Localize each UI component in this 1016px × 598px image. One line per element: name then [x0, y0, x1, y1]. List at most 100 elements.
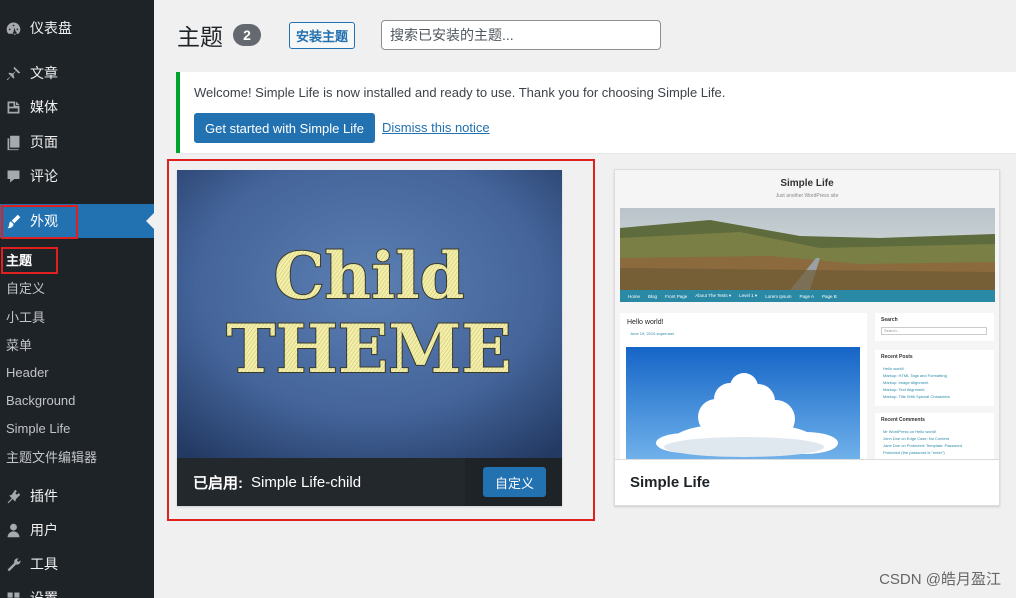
preview-recent-post: Markup: HTML Tags and Formatting — [883, 373, 947, 378]
submenu-themes[interactable]: 主题 — [0, 245, 154, 273]
submenu-label: Simple Life — [6, 420, 71, 436]
preview-nav-item: Page A — [799, 293, 814, 299]
menu-label: 页面 — [30, 134, 58, 150]
submenu-background[interactable]: Background — [0, 386, 154, 414]
search-themes-input[interactable] — [381, 20, 662, 50]
submenu-simple-life[interactable]: Simple Life — [0, 414, 154, 442]
preview-site-title: Simple Life — [780, 178, 834, 189]
menu-item-appearance[interactable]: 外观 — [0, 204, 154, 238]
pin-icon — [2, 63, 24, 83]
active-label: 已启用: — [193, 474, 243, 492]
paintbrush-icon — [2, 211, 24, 231]
active-theme-name: Simple Life-child — [251, 473, 362, 491]
wrench-icon — [2, 554, 24, 574]
menu-item-media[interactable]: 媒体 — [0, 90, 154, 124]
preview-nav-item: About The Tests ▾ — [695, 293, 732, 298]
menu-item-plugins[interactable]: 插件 — [0, 479, 154, 513]
preview-recent-post: Markup: Title With Special Characters — [883, 394, 950, 399]
menu-item-settings[interactable]: 设置 — [0, 581, 154, 598]
page-header: 主题 2 安装主题 — [177, 18, 662, 52]
submenu-label: 菜单 — [6, 337, 33, 353]
preview-nav-item: Blog — [648, 293, 658, 299]
preview-post-title: Hello world! — [627, 319, 664, 326]
page-title: 主题 — [177, 24, 223, 50]
preview-post: Hello world! June 19, 2019 superuser — [620, 313, 867, 459]
preview-recent-comment: John Doe on Edge Case: No Content — [883, 436, 950, 441]
preview-recent-post: Hello world! — [883, 366, 904, 371]
preview-recent-comment: Mr WordPress on Hello world! — [883, 429, 937, 434]
settings-icon — [2, 588, 24, 598]
preview-nav-item: Page B — [821, 293, 837, 299]
active-theme-name-wrap: 已启用: Simple Life-child — [177, 458, 465, 506]
user-icon — [2, 520, 24, 540]
notice-message: Welcome! Simple Life is now installed an… — [194, 85, 726, 100]
preview-nav-item: Home — [628, 293, 641, 299]
menu-item-tools[interactable]: 工具 — [0, 547, 154, 581]
menu-item-users[interactable]: 用户 — [0, 513, 154, 547]
preview-post-meta: June 19, 2019 superuser — [630, 331, 675, 336]
theme-screenshot-simple-life[interactable]: Simple Life Just another WordPress site … — [615, 170, 999, 459]
preview-recent-post: Markup: Text Alignment — [883, 387, 925, 392]
theme-count-badge: 2 — [233, 24, 261, 46]
welcome-notice: Welcome! Simple Life is now installed an… — [176, 72, 1016, 153]
menu-label: 插件 — [30, 488, 58, 504]
preview-recent-comment: Jane Doe on Protected: Template: Passwor… — [883, 443, 963, 448]
preview-widget-title: Search — [881, 317, 898, 323]
submenu-customize[interactable]: 自定义 — [0, 273, 154, 301]
submenu-theme-file-editor[interactable]: 主题文件编辑器 — [0, 442, 154, 470]
submenu-widgets[interactable]: 小工具 — [0, 302, 154, 330]
preview-nav-item: Level 1 ▾ — [739, 293, 758, 298]
customize-button[interactable]: 自定义 — [482, 467, 546, 497]
menu-label: 工具 — [30, 556, 58, 572]
preview-nav-bar: Home Blog Front Page About The Tests ▾ L… — [620, 290, 995, 302]
media-icon — [2, 97, 24, 117]
preview-search-box: Search... — [881, 327, 987, 335]
preview-tagline: Just another WordPress site — [775, 193, 839, 199]
admin-sidebar: 仪表盘 文章 媒体 页面 评论 外观 主题 自定义 小工具 菜单 Header … — [0, 0, 154, 598]
preview-widget-recent-comments: Recent Comments Mr WordPress on Hello wo… — [875, 413, 994, 459]
dismiss-notice-link[interactable]: Dismiss this notice — [382, 120, 490, 135]
submenu-label: 自定义 — [6, 280, 46, 296]
get-started-button[interactable]: Get started with Simple Life — [194, 113, 375, 143]
theme-card-active[interactable]: Child THEME 已启用: Simple Life-child 自定义 — [177, 170, 562, 506]
preview-recent-post: Markup: Image Alignment — [883, 380, 929, 385]
plugin-icon — [2, 486, 24, 506]
child-theme-text-line1: Child — [274, 239, 465, 314]
page-icon — [2, 132, 24, 152]
theme-name-bar: Simple Life — [615, 459, 999, 505]
preview-widget-title: Recent Comments — [881, 417, 925, 423]
preview-cloud-image — [626, 347, 860, 459]
install-themes-button[interactable]: 安装主题 — [289, 21, 356, 49]
menu-label: 媒体 — [30, 99, 58, 115]
submenu-label: Header — [6, 364, 49, 380]
current-menu-arrow — [146, 213, 154, 229]
submenu-label: Background — [6, 392, 76, 408]
comment-icon — [2, 166, 24, 186]
submenu-label: 小工具 — [6, 309, 46, 325]
submenu-label: 主题 — [6, 252, 33, 268]
preview-widget-recent-posts: Recent Posts Hello world! Markup: HTML T… — [875, 350, 994, 406]
menu-label: 仪表盘 — [30, 20, 72, 36]
menu-label: 用户 — [30, 522, 58, 538]
menu-label: 文章 — [30, 65, 58, 81]
submenu-menus[interactable]: 菜单 — [0, 330, 154, 358]
child-theme-text-line2: THEME — [226, 310, 511, 388]
preview-header-landscape-image — [620, 208, 995, 290]
submenu-label: 主题文件编辑器 — [6, 449, 98, 465]
preview-nav-item: Lorem Ipsum — [765, 293, 792, 299]
menu-item-dashboard[interactable]: 仪表盘 — [0, 11, 154, 45]
theme-screenshot-child[interactable]: Child THEME — [177, 170, 562, 458]
dashboard-icon — [2, 18, 24, 38]
preview-nav-item: Front Page — [665, 293, 688, 299]
menu-item-comments[interactable]: 评论 — [0, 159, 154, 193]
menu-item-pages[interactable]: 页面 — [0, 125, 154, 159]
menu-label: 外观 — [30, 213, 58, 229]
theme-card-simple-life[interactable]: Simple Life Just another WordPress site … — [614, 169, 1000, 506]
active-theme-bar: 已启用: Simple Life-child 自定义 — [177, 458, 562, 506]
watermark: CSDN @皓月盈江 — [879, 571, 1001, 588]
menu-label: 评论 — [30, 168, 58, 184]
preview-widget-search: Search Search... — [875, 313, 994, 341]
submenu-header[interactable]: Header — [0, 358, 154, 386]
menu-item-posts[interactable]: 文章 — [0, 56, 154, 90]
preview-recent-comment: Protected (the password is "enter") — [883, 450, 945, 455]
